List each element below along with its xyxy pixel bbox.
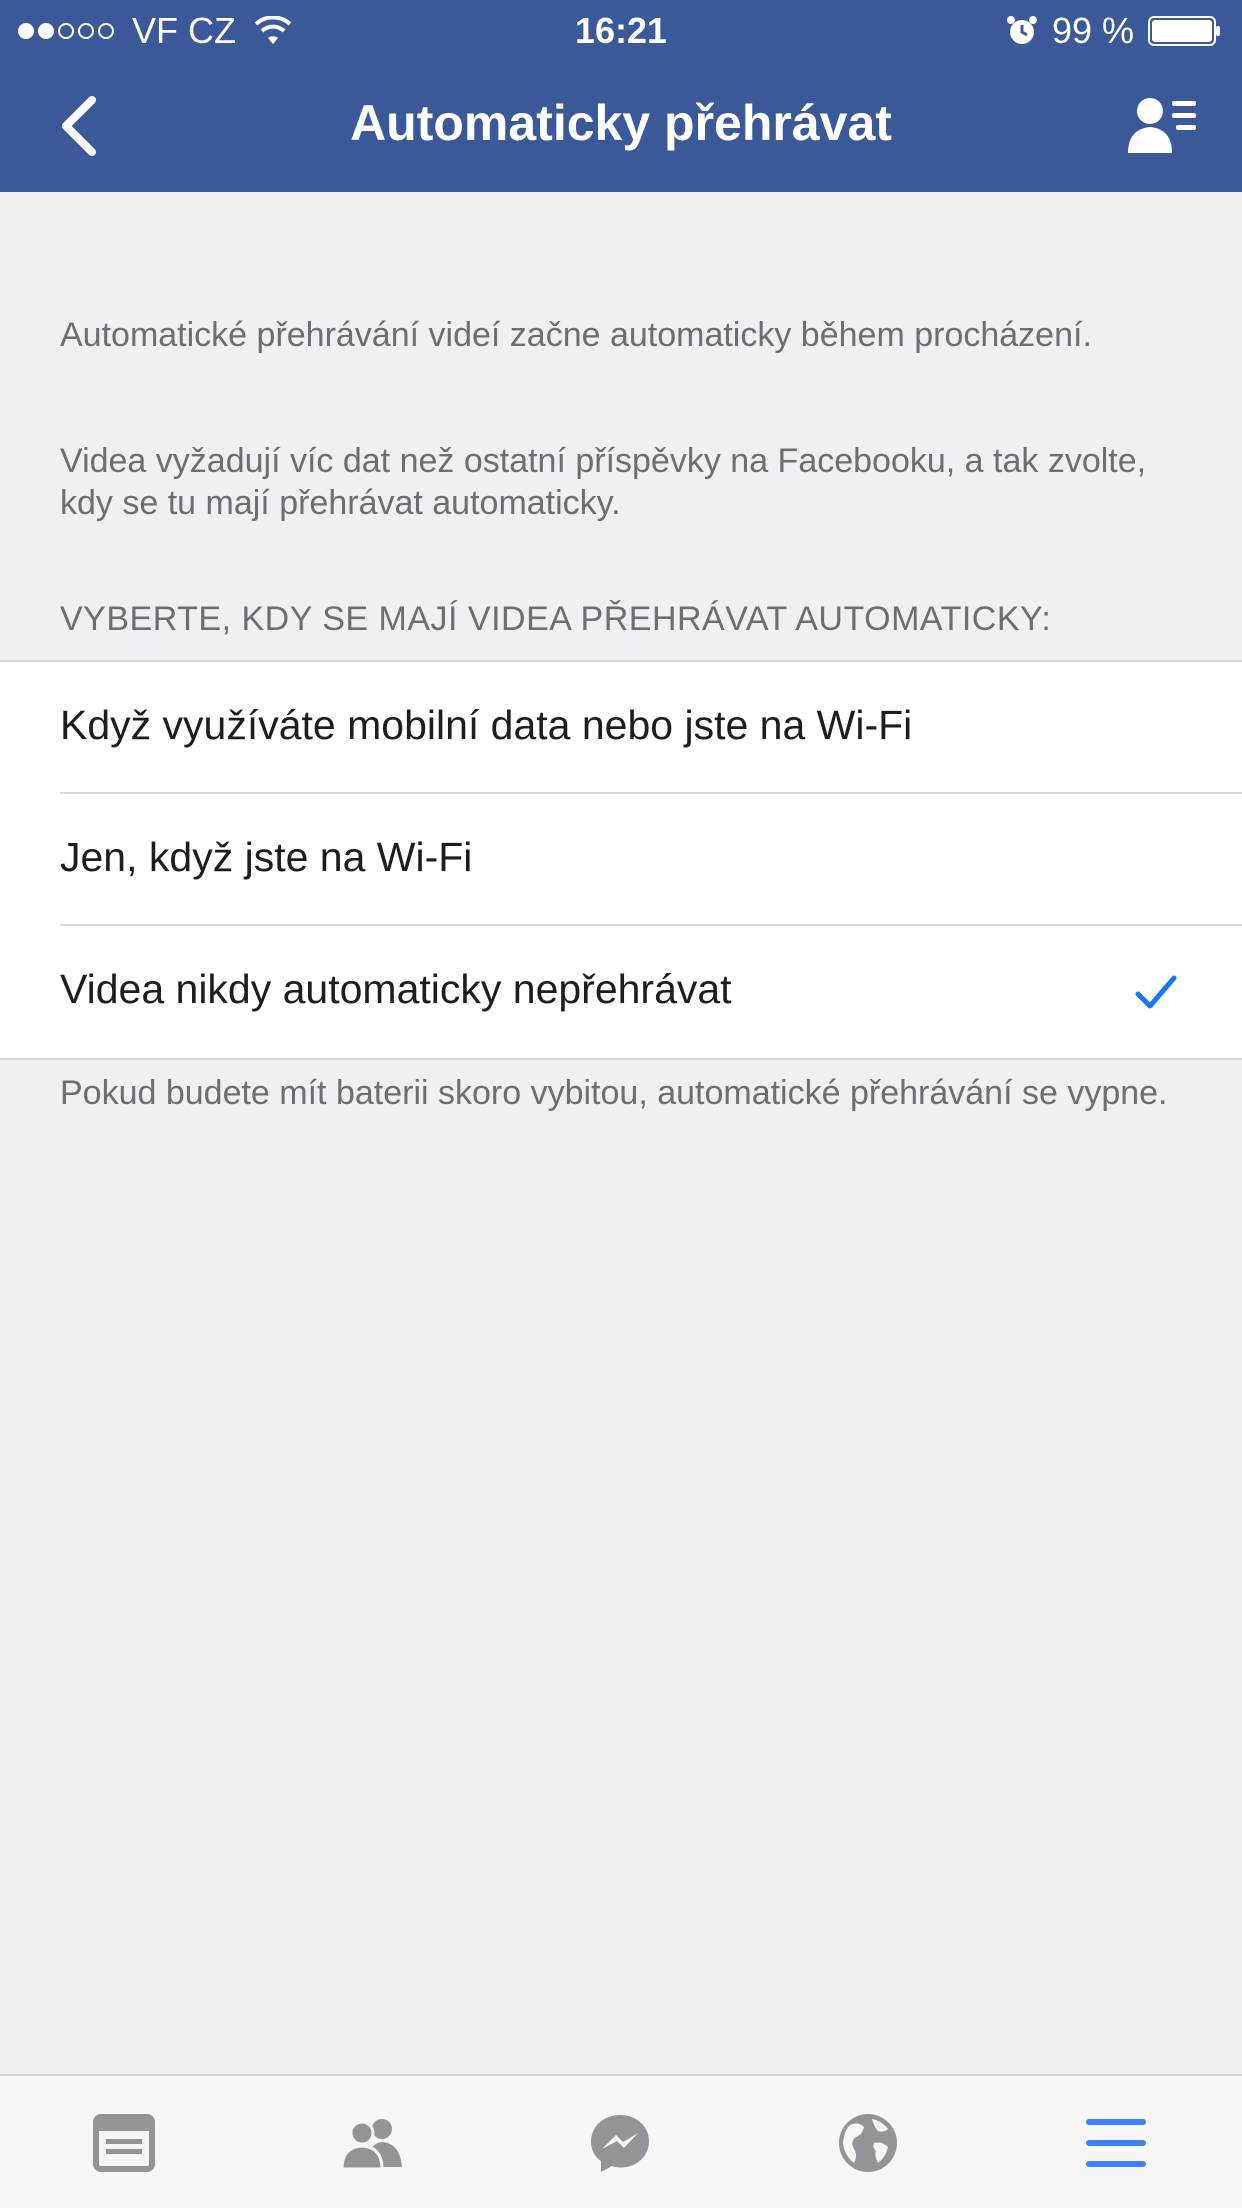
- section-header: VYBERTE, KDY SE MAJÍ VIDEA PŘEHRÁVAT AUT…: [60, 600, 1052, 638]
- battery-note: Pokud budete mít baterii skoro vybitou, …: [60, 1074, 1168, 1112]
- screen: VF CZ 16:21 99 % Automaticky přehrávat A…: [0, 0, 1242, 2208]
- battery-icon: [1148, 16, 1220, 46]
- friends-icon: [340, 2119, 402, 2171]
- signal-dot: [58, 23, 74, 39]
- chevron-left-icon: [62, 96, 96, 156]
- tab-messenger[interactable]: [496, 2076, 744, 2208]
- option-label: Když využíváte mobilní data nebo jste na…: [60, 702, 913, 748]
- tab-notifications-globe[interactable]: [744, 2076, 992, 2208]
- signal-dot: [98, 23, 114, 39]
- option-label: Videa nikdy automaticky nepřehrávat: [60, 966, 732, 1012]
- tab-bar: [0, 2074, 1242, 2208]
- checkmark-icon: [1135, 975, 1177, 1009]
- menu-icon: [1086, 2119, 1146, 2167]
- profile-list-button[interactable]: [1122, 90, 1202, 162]
- option-mobile-data-or-wifi[interactable]: Když využíváte mobilní data nebo jste na…: [0, 662, 1242, 794]
- page-title: Automaticky přehrávat: [350, 95, 892, 151]
- back-button[interactable]: [40, 88, 116, 164]
- profile-list-icon: [1128, 98, 1196, 153]
- status-bar: VF CZ 16:21 99 %: [0, 0, 1242, 60]
- messenger-icon: [591, 2115, 649, 2172]
- globe-icon: [839, 2114, 897, 2172]
- option-wifi-only[interactable]: Jen, když jste na Wi-Fi: [0, 794, 1242, 926]
- tab-menu[interactable]: [992, 2076, 1240, 2208]
- option-label: Jen, když jste na Wi-Fi: [60, 834, 473, 880]
- status-right: 99 %: [1006, 10, 1222, 52]
- wifi-icon: [254, 16, 292, 44]
- navigation-bar: Automaticky přehrávat: [0, 60, 1242, 192]
- status-left: VF CZ: [18, 10, 292, 52]
- tab-friends[interactable]: [248, 2076, 496, 2208]
- battery-percent: 99 %: [1051, 10, 1134, 51]
- tab-news-feed[interactable]: [0, 2076, 248, 2208]
- option-never-autoplay[interactable]: Videa nikdy automaticky nepřehrávat: [0, 926, 1242, 1058]
- autoplay-options-list: Když využíváte mobilní data nebo jste na…: [0, 660, 1242, 1060]
- signal-dot: [18, 23, 34, 39]
- alarm-icon: [1006, 16, 1037, 44]
- autoplay-description: Automatické přehrávání videí začne autom…: [60, 316, 1092, 354]
- news-feed-icon: [93, 2114, 155, 2172]
- signal-dot: [78, 23, 94, 39]
- carrier-name: VF CZ: [132, 10, 236, 51]
- signal-strength-icon: [18, 23, 114, 39]
- data-usage-description: Videa vyžadují víc dat než ostatní přísp…: [60, 442, 1147, 522]
- app-header: VF CZ 16:21 99 % Automaticky přehrávat: [0, 0, 1242, 192]
- signal-dot: [38, 23, 54, 39]
